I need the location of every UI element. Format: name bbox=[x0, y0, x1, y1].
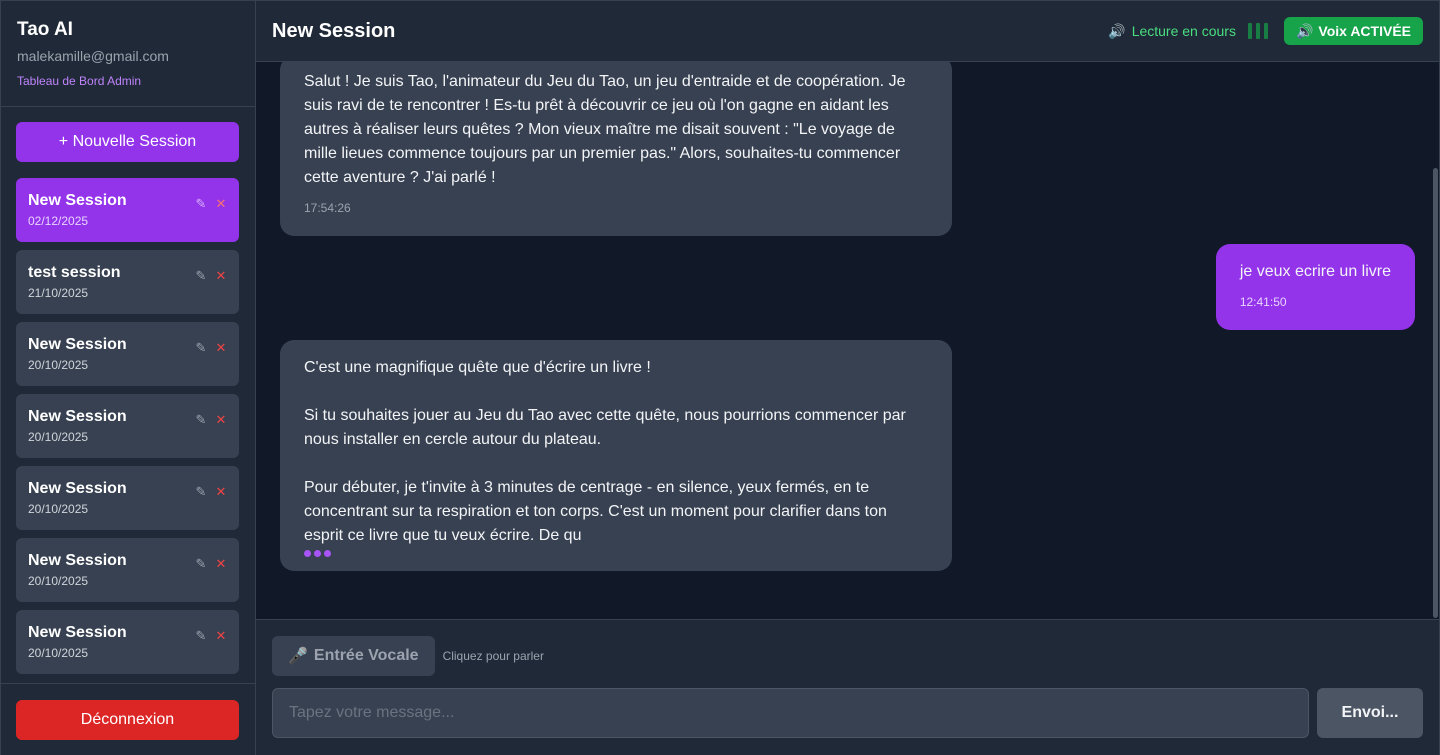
page-title: New Session bbox=[272, 19, 396, 42]
delete-icon[interactable]: ✕ bbox=[215, 196, 227, 212]
audio-level-icon bbox=[1247, 23, 1268, 39]
app-title: Tao AI bbox=[17, 19, 73, 40]
sidebar-header: Tao AI malekamille@gmail.com Tableau de … bbox=[1, 1, 255, 107]
session-date: 20/10/2025 bbox=[28, 502, 89, 516]
voice-input-label: Entrée Vocale bbox=[313, 647, 419, 664]
session-item[interactable]: New Session 20/10/2025 ✎ ✕ bbox=[16, 466, 239, 530]
sidebar: Tao AI malekamille@gmail.com Tableau de … bbox=[0, 0, 256, 755]
session-date: 20/10/2025 bbox=[28, 430, 89, 444]
session-date: 02/12/2025 bbox=[28, 214, 89, 228]
session-list: New Session 02/12/2025 ✎ ✕ test session 21/10… bbox=[16, 178, 240, 674]
typing-dot bbox=[314, 550, 321, 557]
session-date: 20/10/2025 bbox=[28, 358, 89, 372]
session-actions: ✎ ✕ bbox=[195, 484, 227, 500]
send-button[interactable]: Envoi... bbox=[1317, 688, 1423, 738]
main-panel: New Session 🔊 Lecture en cours 🔊 Voix AC… bbox=[256, 0, 1440, 755]
speaker-icon: 🔊 bbox=[1295, 22, 1314, 39]
speaker-icon: 🔊 bbox=[1108, 22, 1126, 39]
input-row: Envoi... bbox=[272, 688, 1423, 738]
voice-hint: Cliquez pour parler bbox=[442, 649, 544, 663]
delete-icon[interactable]: ✕ bbox=[215, 340, 227, 356]
session-item[interactable]: New Session 20/10/2025 ✎ ✕ bbox=[16, 394, 239, 458]
session-actions: ✎ ✕ bbox=[195, 628, 227, 644]
voice-toggle-label: Voix ACTIVÉE bbox=[1318, 23, 1411, 39]
voice-input-row: 🎤 Entrée Vocale Cliquez pour parler bbox=[272, 636, 1423, 676]
voice-toggle-button[interactable]: 🔊 Voix ACTIVÉE bbox=[1283, 17, 1423, 45]
edit-icon[interactable]: ✎ bbox=[195, 340, 207, 356]
message-time: 12:41:50 bbox=[1239, 295, 1287, 309]
new-session-button[interactable]: + Nouvelle Session bbox=[16, 122, 239, 162]
session-item[interactable]: New Session 20/10/2025 ✎ ✕ bbox=[16, 610, 239, 674]
delete-icon[interactable]: ✕ bbox=[215, 556, 227, 572]
edit-icon[interactable]: ✎ bbox=[195, 556, 207, 572]
audio-level-bar bbox=[1255, 23, 1260, 39]
edit-icon[interactable]: ✎ bbox=[195, 484, 207, 500]
message-text: Salut ! Je suis Tao, l'animateur du Jeu … bbox=[304, 73, 910, 186]
voice-input-button[interactable]: 🎤 Entrée Vocale bbox=[272, 636, 435, 676]
message-time: 17:54:26 bbox=[304, 201, 351, 215]
session-date: 20/10/2025 bbox=[28, 646, 89, 660]
topbar-controls: 🔊 Lecture en cours 🔊 Voix ACTIVÉE bbox=[1108, 17, 1423, 45]
app-root: Tao AI malekamille@gmail.com Tableau de … bbox=[0, 0, 1440, 755]
user-message: je veux ecrire un livre 12:41:50 bbox=[1215, 244, 1415, 330]
assistant-message-streaming: C'est une magnifique quête que d'écrire … bbox=[280, 340, 952, 571]
session-actions: ✎ ✕ bbox=[195, 412, 227, 428]
delete-icon[interactable]: ✕ bbox=[215, 628, 227, 644]
sidebar-footer: Déconnexion bbox=[1, 683, 255, 755]
reading-status-label: Lecture en cours bbox=[1131, 23, 1236, 39]
edit-icon[interactable]: ✎ bbox=[195, 268, 207, 284]
chat-scrollbar[interactable] bbox=[1431, 62, 1439, 619]
session-actions: ✎ ✕ bbox=[195, 196, 227, 212]
message-text: C'est une magnifique quête que d'écrire … bbox=[304, 359, 906, 544]
session-actions: ✎ ✕ bbox=[195, 340, 227, 356]
session-item[interactable]: test session 21/10/2025 ✎ ✕ bbox=[16, 250, 239, 314]
session-item[interactable]: New Session 02/12/2025 ✎ ✕ bbox=[16, 178, 239, 242]
composer: 🎤 Entrée Vocale Cliquez pour parler Envo… bbox=[256, 619, 1439, 755]
delete-icon[interactable]: ✕ bbox=[215, 412, 227, 428]
admin-dashboard-link[interactable]: Tableau de Bord Admin bbox=[17, 74, 239, 88]
top-bar: New Session 🔊 Lecture en cours 🔊 Voix AC… bbox=[256, 1, 1439, 62]
session-item[interactable]: New Session 20/10/2025 ✎ ✕ bbox=[16, 538, 239, 602]
session-item[interactable]: New Session 20/10/2025 ✎ ✕ bbox=[16, 322, 239, 386]
microphone-icon: 🎤 bbox=[288, 648, 308, 665]
typing-dot bbox=[324, 550, 331, 557]
typing-indicator-icon bbox=[304, 550, 928, 557]
edit-icon[interactable]: ✎ bbox=[195, 628, 207, 644]
audio-level-bar bbox=[1247, 23, 1252, 39]
session-actions: ✎ ✕ bbox=[195, 268, 227, 284]
user-email: malekamille@gmail.com bbox=[17, 48, 169, 64]
message-input[interactable] bbox=[272, 688, 1309, 738]
typing-dot bbox=[304, 550, 311, 557]
audio-level-bar bbox=[1263, 23, 1268, 39]
session-actions: ✎ ✕ bbox=[195, 556, 227, 572]
scrollbar-thumb[interactable] bbox=[1433, 168, 1438, 618]
sidebar-body: + Nouvelle Session New Session 02/12/2025… bbox=[1, 107, 255, 683]
message-text: je veux ecrire un livre bbox=[1239, 263, 1391, 280]
reading-status: 🔊 Lecture en cours bbox=[1108, 23, 1268, 40]
session-date: 21/10/2025 bbox=[28, 286, 89, 300]
delete-icon[interactable]: ✕ bbox=[215, 484, 227, 500]
edit-icon[interactable]: ✎ bbox=[195, 412, 207, 428]
session-date: 20/10/2025 bbox=[28, 574, 89, 588]
logout-button[interactable]: Déconnexion bbox=[16, 700, 239, 740]
chat-area[interactable]: Salut ! Je suis Tao, l'animateur du Jeu … bbox=[256, 62, 1439, 619]
assistant-message: Salut ! Je suis Tao, l'animateur du Jeu … bbox=[280, 62, 952, 236]
edit-icon[interactable]: ✎ bbox=[195, 196, 207, 212]
delete-icon[interactable]: ✕ bbox=[215, 268, 227, 284]
